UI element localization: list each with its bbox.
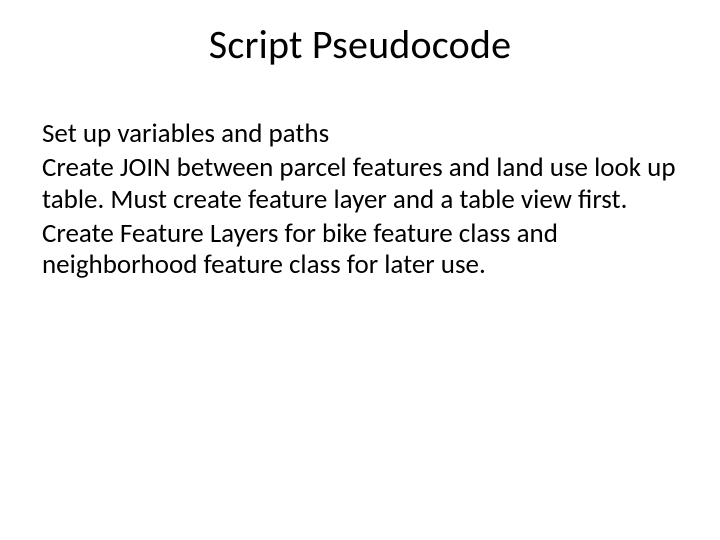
slide: Script Pseudocode Set up variables and p… — [0, 0, 720, 540]
body-paragraph: Set up variables and paths — [42, 118, 678, 150]
slide-body: Set up variables and paths Create JOIN b… — [42, 118, 678, 283]
body-paragraph: Create Feature Layers for bike feature c… — [42, 218, 678, 282]
slide-title: Script Pseudocode — [0, 20, 720, 69]
body-paragraph: Create JOIN between parcel features and … — [42, 152, 678, 216]
